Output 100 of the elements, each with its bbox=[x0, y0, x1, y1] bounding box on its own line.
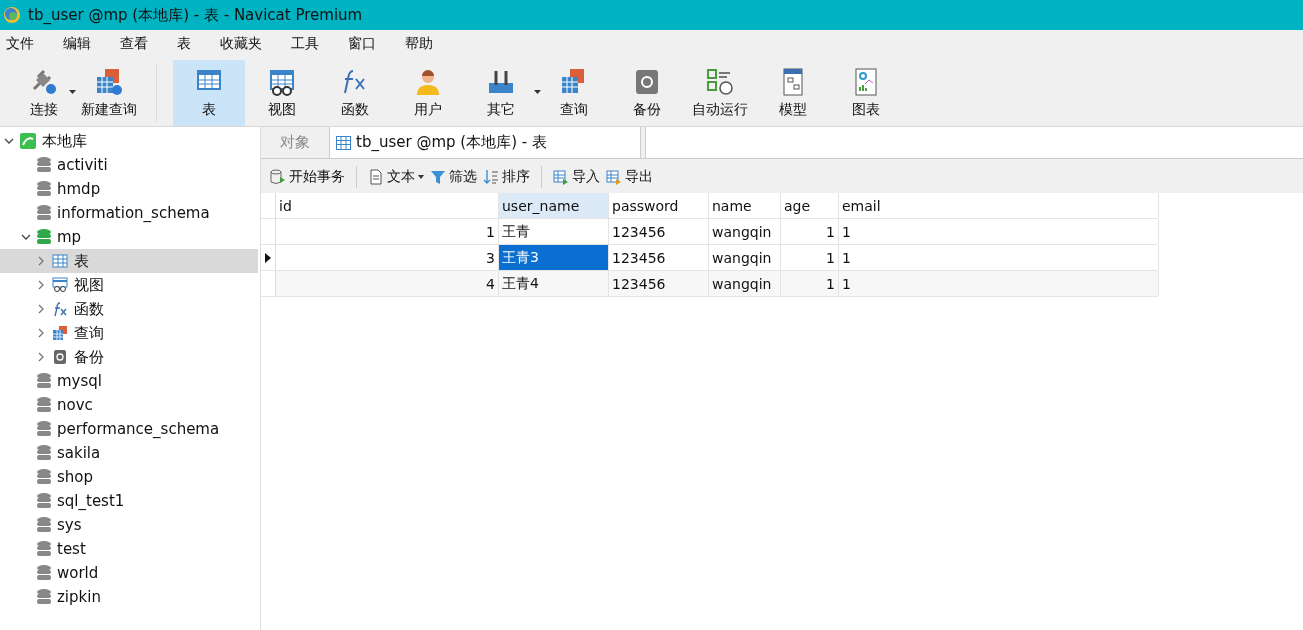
database-icon bbox=[37, 421, 51, 437]
toolbar-button[interactable]: 导出 bbox=[603, 168, 656, 186]
toolbar-button[interactable]: 备份 bbox=[611, 60, 683, 126]
chevron-icon bbox=[21, 232, 31, 242]
tree-item[interactable]: hmdp bbox=[0, 177, 258, 201]
text-icon bbox=[368, 169, 384, 185]
toolbar-button[interactable]: 视图 bbox=[246, 60, 318, 126]
database-icon bbox=[37, 229, 51, 245]
toolbar-button[interactable]: 筛选 bbox=[427, 168, 480, 186]
table-cell[interactable]: wangqin bbox=[709, 245, 781, 270]
table-cell[interactable]: 王青4 bbox=[499, 271, 609, 296]
toolbar-button[interactable]: 查询 bbox=[538, 60, 610, 126]
caret-icon bbox=[69, 90, 76, 94]
chevron-icon bbox=[4, 136, 14, 146]
toolbar-button[interactable]: 其它 bbox=[465, 60, 537, 126]
menu-item[interactable]: 窗口 bbox=[348, 35, 391, 53]
menu-item[interactable]: 收藏夹 bbox=[220, 35, 277, 53]
tree-item[interactable]: sakila bbox=[0, 441, 258, 465]
table-cell[interactable]: 1 bbox=[276, 219, 499, 244]
menu-item[interactable]: 表 bbox=[177, 35, 206, 53]
caret-icon bbox=[534, 90, 541, 94]
column-header[interactable]: name bbox=[709, 193, 781, 218]
tree-item[interactable]: 表 bbox=[0, 249, 258, 273]
tree-item[interactable]: novc bbox=[0, 393, 258, 417]
tree-item[interactable]: 函数 bbox=[0, 297, 258, 321]
database-icon bbox=[37, 517, 51, 533]
menu-item[interactable]: 查看 bbox=[120, 35, 163, 53]
sort-icon bbox=[483, 169, 499, 185]
database-icon bbox=[37, 205, 51, 221]
database-icon bbox=[37, 445, 51, 461]
toolbar-button[interactable]: 模型 bbox=[757, 60, 829, 126]
chevron-icon bbox=[36, 280, 46, 290]
toolbar-button[interactable]: 图表 bbox=[830, 60, 902, 126]
table-cell[interactable]: 1 bbox=[839, 245, 1159, 270]
table-icon bbox=[336, 135, 351, 150]
menu-item[interactable]: 编辑 bbox=[63, 35, 106, 53]
tree-item[interactable]: 本地库 bbox=[0, 129, 258, 153]
table-cell[interactable]: 123456 bbox=[609, 271, 709, 296]
tab[interactable]: tb_user @mp (本地库) - 表 bbox=[329, 127, 641, 158]
tree-item[interactable]: 查询 bbox=[0, 321, 258, 345]
database-icon bbox=[37, 469, 51, 485]
current-row-icon bbox=[265, 252, 271, 263]
toolbar-button[interactable]: 连接 bbox=[16, 60, 72, 126]
table-cell[interactable]: 1 bbox=[781, 219, 839, 244]
table-cell[interactable]: 1 bbox=[839, 271, 1159, 296]
database-icon bbox=[37, 157, 51, 173]
database-icon bbox=[37, 373, 51, 389]
database-icon bbox=[37, 181, 51, 197]
database-icon bbox=[37, 565, 51, 581]
chevron-icon bbox=[36, 256, 46, 266]
menu-item[interactable]: 文件 bbox=[6, 35, 49, 53]
tree-item[interactable]: sql_test1 bbox=[0, 489, 258, 513]
table-cell[interactable]: 123456 bbox=[609, 245, 709, 270]
tree-item[interactable]: sys bbox=[0, 513, 258, 537]
table-cell[interactable]: wangqin bbox=[709, 219, 781, 244]
filter-icon bbox=[430, 169, 446, 185]
column-header[interactable]: age bbox=[781, 193, 839, 218]
table-cell[interactable]: 1 bbox=[781, 271, 839, 296]
table-cell[interactable]: 1 bbox=[839, 219, 1159, 244]
column-header[interactable]: password bbox=[609, 193, 709, 218]
toolbar-button[interactable]: 表 bbox=[173, 60, 245, 126]
column-header[interactable]: email bbox=[839, 193, 1159, 218]
tree-item[interactable]: test bbox=[0, 537, 258, 561]
table-cell[interactable]: 123456 bbox=[609, 219, 709, 244]
table-cell[interactable]: 王青3 bbox=[499, 245, 609, 270]
view-icon bbox=[52, 277, 68, 293]
toolbar-button[interactable]: 文本 bbox=[365, 168, 427, 186]
menu-item[interactable]: 帮助 bbox=[405, 35, 448, 53]
tree-item[interactable]: zipkin bbox=[0, 585, 258, 609]
tree-item[interactable]: mysql bbox=[0, 369, 258, 393]
window-title: tb_user @mp (本地库) - 表 - Navicat Premium bbox=[28, 5, 363, 25]
menu-item[interactable]: 工具 bbox=[291, 35, 334, 53]
table-cell[interactable]: 1 bbox=[781, 245, 839, 270]
tree-item[interactable]: mp bbox=[0, 225, 258, 249]
chevron-icon bbox=[36, 304, 46, 314]
tree-item[interactable]: 视图 bbox=[0, 273, 258, 297]
toolbar-button[interactable]: 自动运行 bbox=[684, 60, 756, 126]
toolbar-button[interactable]: 新建查询 bbox=[73, 60, 145, 126]
tree-item[interactable]: information_schema bbox=[0, 201, 258, 225]
app-logo-icon bbox=[2, 5, 22, 25]
table-cell[interactable]: 4 bbox=[276, 271, 499, 296]
backup-icon bbox=[52, 349, 68, 365]
tree-item[interactable]: shop bbox=[0, 465, 258, 489]
tree-item[interactable]: activiti bbox=[0, 153, 258, 177]
tree-item[interactable]: world bbox=[0, 561, 258, 585]
toolbar-button[interactable]: 导入 bbox=[550, 168, 603, 186]
chevron-icon bbox=[36, 328, 46, 338]
tree-item[interactable]: performance_schema bbox=[0, 417, 258, 441]
database-icon bbox=[37, 493, 51, 509]
table-cell[interactable]: wangqin bbox=[709, 271, 781, 296]
toolbar-button[interactable]: 开始事务 bbox=[267, 168, 348, 186]
column-header[interactable]: user_name bbox=[499, 193, 609, 218]
database-icon bbox=[37, 541, 51, 557]
import-icon bbox=[553, 169, 569, 185]
toolbar-button[interactable]: 函数 bbox=[319, 60, 391, 126]
tree-item[interactable]: 备份 bbox=[0, 345, 258, 369]
table-cell[interactable]: 王青 bbox=[499, 219, 609, 244]
toolbar-button[interactable]: 用户 bbox=[392, 60, 464, 126]
query-icon bbox=[52, 325, 68, 341]
toolbar-button[interactable]: 排序 bbox=[480, 168, 533, 186]
